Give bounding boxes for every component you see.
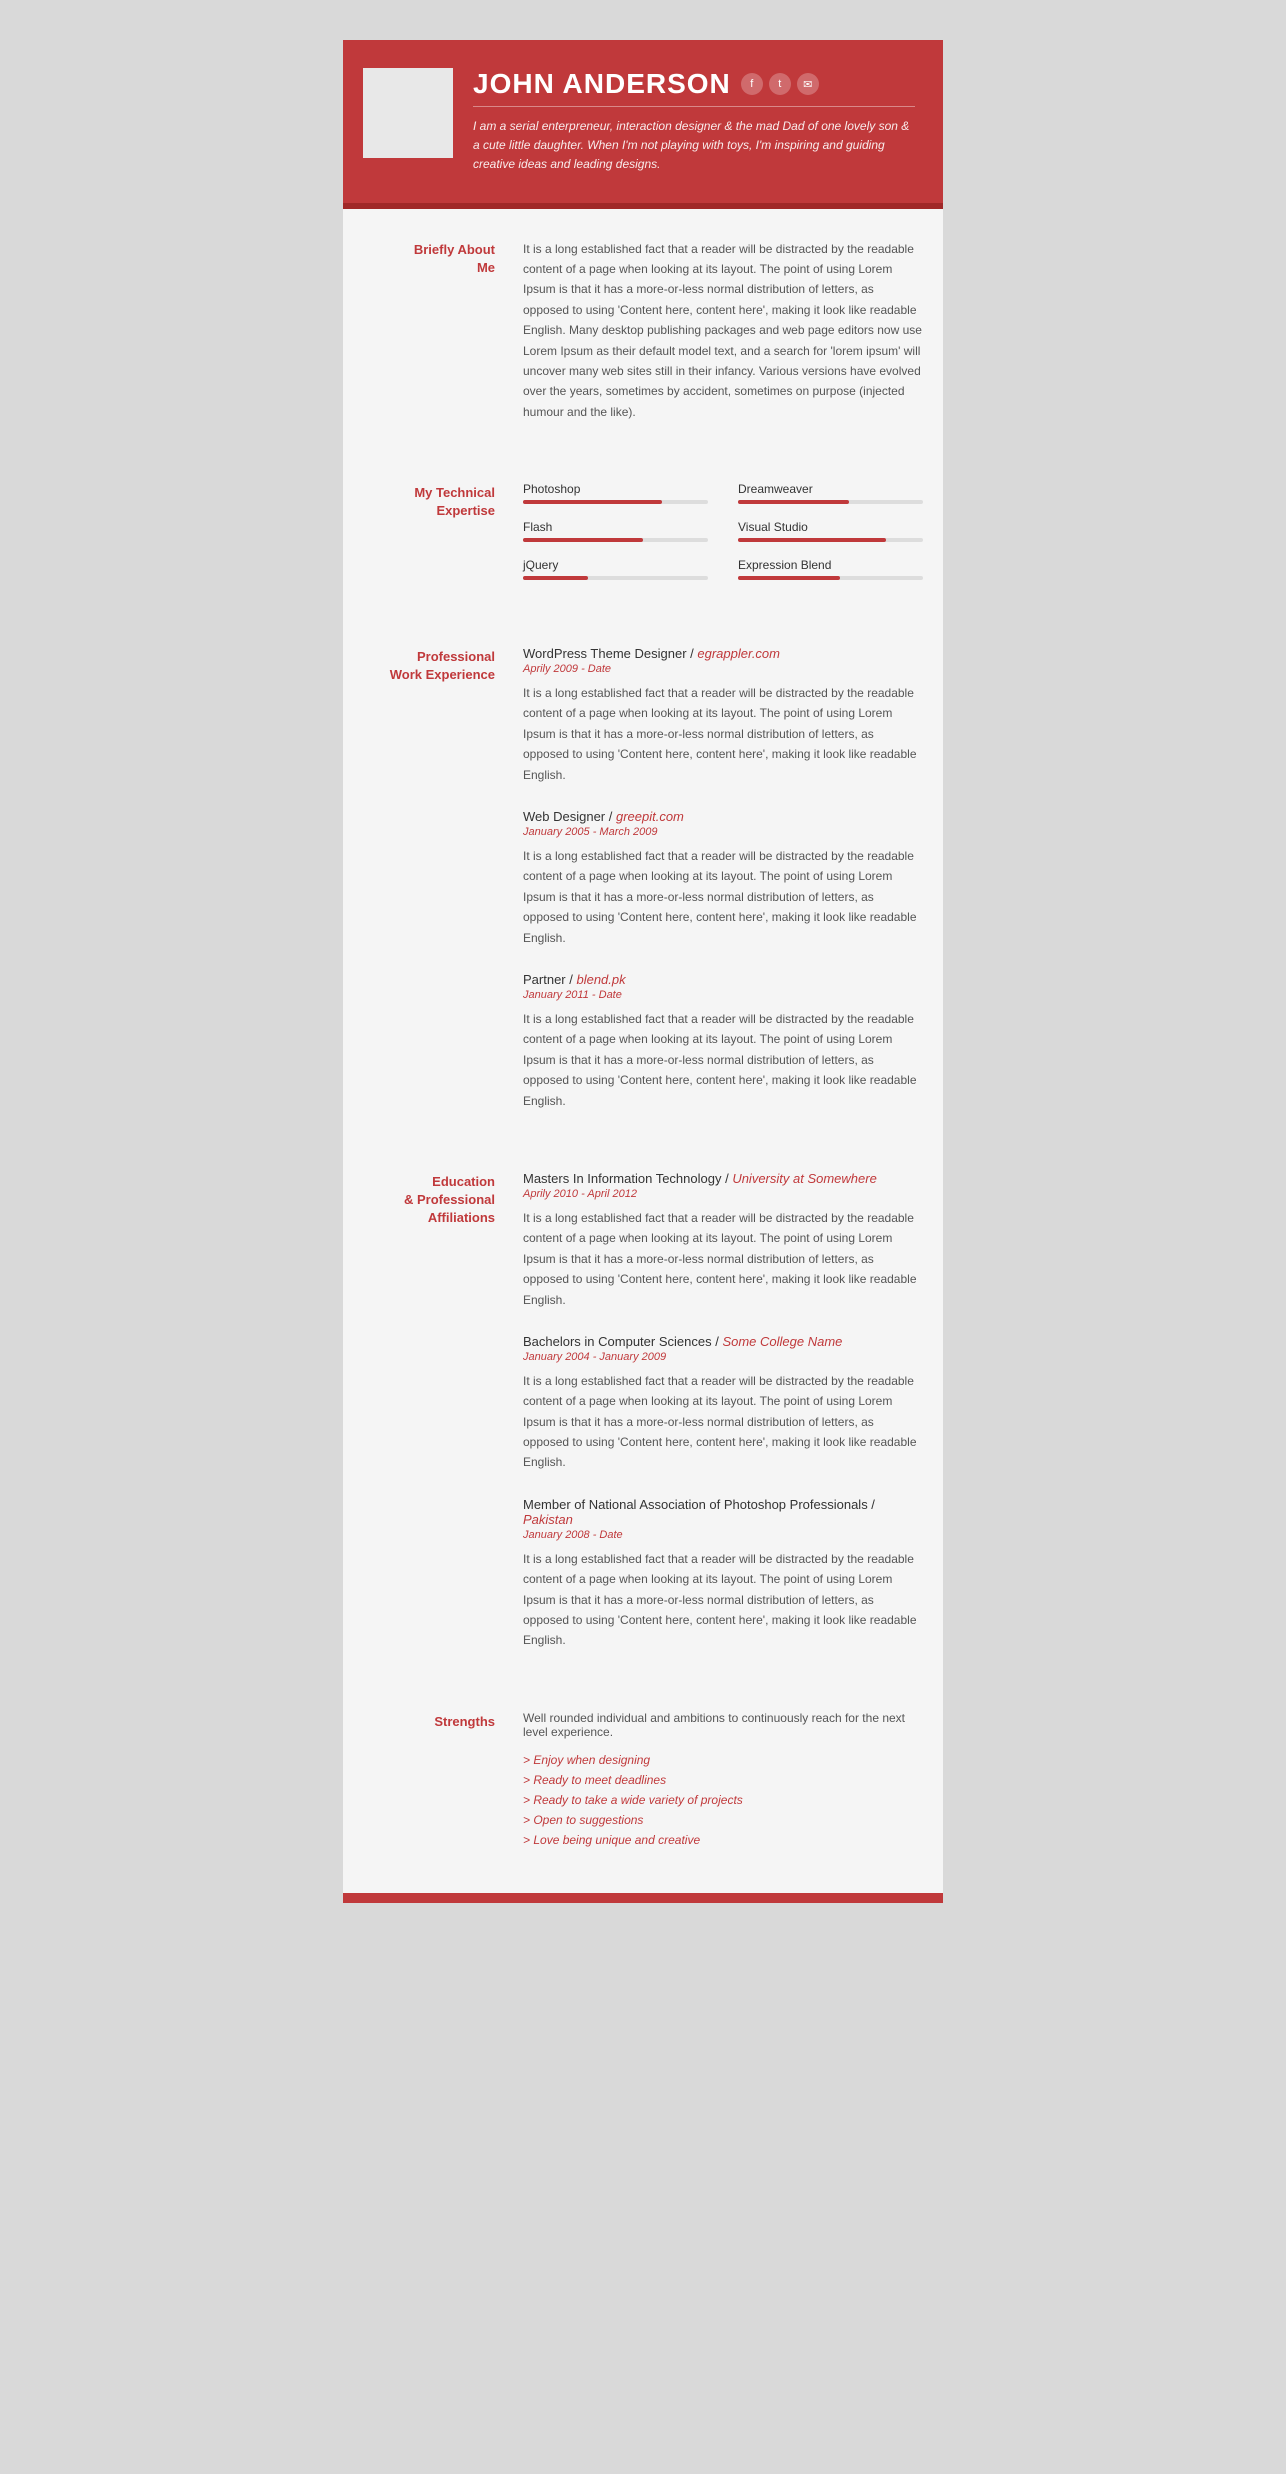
skill-bar-bg xyxy=(523,538,708,542)
header-divider xyxy=(473,106,915,107)
skill-name: Flash xyxy=(523,520,708,534)
exp-company: egrappler.com xyxy=(697,646,780,661)
skills-content: Photoshop Dreamweaver Flash Visual Studi… xyxy=(523,482,923,586)
skill-name: jQuery xyxy=(523,558,708,572)
exp-description: It is a long established fact that a rea… xyxy=(523,683,923,785)
footer-bar xyxy=(343,1893,943,1903)
strength-item: > Ready to meet deadlines xyxy=(523,1773,923,1787)
exp-company: University at Somewhere xyxy=(732,1171,877,1186)
skill-bar-fill xyxy=(523,500,662,504)
skill-item: Visual Studio xyxy=(738,520,923,542)
exp-description: It is a long established fact that a rea… xyxy=(523,1549,923,1651)
exp-title: Masters In Information Technology / Univ… xyxy=(523,1171,923,1186)
about-content: It is a long established fact that a rea… xyxy=(523,239,923,423)
exp-entry: Masters In Information Technology / Univ… xyxy=(523,1171,923,1310)
exp-date: January 2004 - January 2009 xyxy=(523,1351,923,1363)
exp-description: It is a long established fact that a rea… xyxy=(523,846,923,948)
skill-bar-bg xyxy=(738,500,923,504)
skill-bar-fill xyxy=(523,538,643,542)
strength-item: > Ready to take a wide variety of projec… xyxy=(523,1793,923,1807)
skill-bar-fill xyxy=(523,576,588,580)
skill-name: Dreamweaver xyxy=(738,482,923,496)
strength-item: > Open to suggestions xyxy=(523,1813,923,1827)
skill-name: Photoshop xyxy=(523,482,708,496)
skill-bar-fill xyxy=(738,576,840,580)
header-bio: I am a serial enterpreneur, interaction … xyxy=(473,117,915,175)
experience-label: ProfessionalWork Experience xyxy=(363,646,523,1111)
skill-bar-fill xyxy=(738,500,849,504)
exp-date: January 2005 - March 2009 xyxy=(523,826,923,838)
resume-container: JOHN ANDERSON f t ✉ I am a serial enterp… xyxy=(343,40,943,1903)
exp-title: Bachelors in Computer Sciences / Some Co… xyxy=(523,1334,923,1349)
exp-entry: Member of National Association of Photos… xyxy=(523,1497,923,1651)
exp-description: It is a long established fact that a rea… xyxy=(523,1208,923,1310)
about-text: It is a long established fact that a rea… xyxy=(523,239,923,423)
exp-description: It is a long established fact that a rea… xyxy=(523,1009,923,1111)
exp-title: WordPress Theme Designer / egrappler.com xyxy=(523,646,923,661)
profile-photo xyxy=(363,68,453,158)
exp-date: Aprily 2010 - April 2012 xyxy=(523,1188,923,1200)
skill-bar-bg xyxy=(738,538,923,542)
skill-item: Photoshop xyxy=(523,482,708,504)
skill-bar-fill xyxy=(738,538,886,542)
education-section: Education& ProfessionalAffiliations Mast… xyxy=(343,1141,943,1681)
strength-item: > Love being unique and creative xyxy=(523,1833,923,1847)
skills-section: My TechnicalExpertise Photoshop Dreamwea… xyxy=(343,452,943,616)
strengths-content: Well rounded individual and ambitions to… xyxy=(523,1711,923,1853)
exp-company: Some College Name xyxy=(722,1334,842,1349)
facebook-icon[interactable]: f xyxy=(741,73,763,95)
strengths-label: Strengths xyxy=(363,1711,523,1853)
skills-grid: Photoshop Dreamweaver Flash Visual Studi… xyxy=(523,482,923,586)
education-label: Education& ProfessionalAffiliations xyxy=(363,1171,523,1651)
about-label: Briefly AboutMe xyxy=(363,239,523,423)
skill-name: Expression Blend xyxy=(738,558,923,572)
experience-section: ProfessionalWork Experience WordPress Th… xyxy=(343,616,943,1141)
strengths-list: > Enjoy when designing > Ready to meet de… xyxy=(523,1753,923,1847)
exp-entry: Bachelors in Computer Sciences / Some Co… xyxy=(523,1334,923,1473)
exp-entry: Web Designer / greepit.com January 2005 … xyxy=(523,809,923,948)
exp-title: Member of National Association of Photos… xyxy=(523,1497,923,1527)
header-section: JOHN ANDERSON f t ✉ I am a serial enterp… xyxy=(343,40,943,203)
experience-content: WordPress Theme Designer / egrappler.com… xyxy=(523,646,923,1111)
skill-bar-bg xyxy=(523,576,708,580)
strengths-section: Strengths Well rounded individual and am… xyxy=(343,1681,943,1883)
skills-label: My TechnicalExpertise xyxy=(363,482,523,586)
exp-description: It is a long established fact that a rea… xyxy=(523,1371,923,1473)
exp-date: January 2011 - Date xyxy=(523,989,923,1001)
social-icons-group: f t ✉ xyxy=(741,73,819,95)
exp-company: greepit.com xyxy=(616,809,684,824)
skill-bar-bg xyxy=(523,500,708,504)
exp-entry: Partner / blend.pk January 2011 - Date I… xyxy=(523,972,923,1111)
exp-date: Aprily 2009 - Date xyxy=(523,663,923,675)
skill-name: Visual Studio xyxy=(738,520,923,534)
exp-title: Web Designer / greepit.com xyxy=(523,809,923,824)
skill-bar-bg xyxy=(738,576,923,580)
twitter-icon[interactable]: t xyxy=(769,73,791,95)
exp-entry: WordPress Theme Designer / egrappler.com… xyxy=(523,646,923,785)
strength-item: > Enjoy when designing xyxy=(523,1753,923,1767)
skill-item: jQuery xyxy=(523,558,708,580)
exp-title: Partner / blend.pk xyxy=(523,972,923,987)
header-info: JOHN ANDERSON f t ✉ I am a serial enterp… xyxy=(473,68,915,175)
about-section: Briefly AboutMe It is a long established… xyxy=(343,209,943,453)
skill-item: Expression Blend xyxy=(738,558,923,580)
education-content: Masters In Information Technology / Univ… xyxy=(523,1171,923,1651)
email-icon[interactable]: ✉ xyxy=(797,73,819,95)
name-row: JOHN ANDERSON f t ✉ xyxy=(473,68,915,100)
exp-company: Pakistan xyxy=(523,1512,573,1527)
skill-item: Flash xyxy=(523,520,708,542)
strengths-intro: Well rounded individual and ambitions to… xyxy=(523,1711,923,1739)
candidate-name: JOHN ANDERSON xyxy=(473,68,731,100)
skill-item: Dreamweaver xyxy=(738,482,923,504)
exp-company: blend.pk xyxy=(576,972,625,987)
exp-date: January 2008 - Date xyxy=(523,1529,923,1541)
main-content: Briefly AboutMe It is a long established… xyxy=(343,209,943,1883)
